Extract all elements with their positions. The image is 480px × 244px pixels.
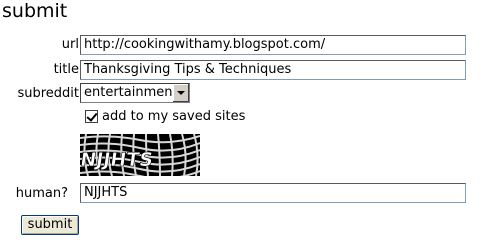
save-site-checkbox[interactable]: [85, 110, 98, 123]
title-input[interactable]: Thanksgiving Tips & Techniques: [80, 60, 466, 80]
chevron-down-icon[interactable]: [172, 84, 189, 102]
page-title: submit: [2, 0, 68, 22]
human-label: human?: [15, 186, 68, 201]
subreddit-selected-value: entertainment: [84, 85, 178, 100]
title-label: title: [53, 62, 79, 77]
subreddit-label: subreddit: [17, 86, 79, 101]
captcha-text: NJJHTS: [80, 148, 155, 171]
save-site-label: add to my saved sites: [102, 109, 246, 124]
url-input[interactable]: http://cookingwithamy.blogspot.com/: [80, 35, 466, 55]
human-input[interactable]: NJJHTS: [80, 183, 466, 203]
subreddit-select[interactable]: entertainment: [80, 83, 190, 103]
url-label: url: [61, 37, 79, 52]
captcha-image: NJJHTS: [80, 134, 200, 176]
submit-button[interactable]: submit: [21, 215, 79, 235]
